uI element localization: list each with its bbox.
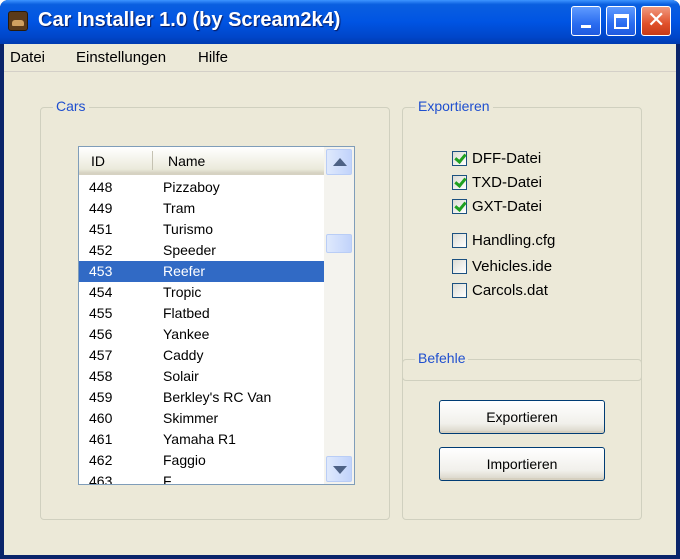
scroll-up-button[interactable]	[326, 149, 352, 175]
list-header: ID Name	[79, 147, 324, 175]
table-row[interactable]: 449 Tram	[79, 198, 324, 219]
scroll-down-button[interactable]	[326, 456, 352, 482]
row-id: 459	[89, 389, 113, 405]
export-button[interactable]: Exportieren	[439, 400, 605, 434]
row-id: 452	[89, 242, 113, 258]
row-name: F...	[163, 473, 182, 485]
maximize-button[interactable]	[606, 6, 636, 36]
table-row[interactable]: 453 Reefer	[79, 261, 324, 282]
column-header-id[interactable]: ID	[91, 153, 105, 169]
table-row[interactable]: 458 Solair	[79, 366, 324, 387]
row-id: 456	[89, 326, 113, 342]
row-name: Skimmer	[163, 410, 219, 426]
row-name: Speeder	[163, 242, 216, 258]
row-id: 461	[89, 431, 113, 447]
table-row[interactable]: 461 Yamaha R1	[79, 429, 324, 450]
checkbox-label[interactable]: TXD-Datei	[472, 174, 542, 191]
checkbox-txd-datei[interactable]	[452, 175, 467, 190]
row-id: 462	[89, 452, 113, 468]
row-id: 460	[89, 410, 113, 426]
chevron-down-icon	[333, 466, 347, 474]
checkbox-dff-datei[interactable]	[452, 151, 467, 166]
app-icon[interactable]	[8, 11, 28, 31]
row-id: 449	[89, 200, 113, 216]
row-name: Turismo	[163, 221, 214, 237]
chevron-up-icon	[333, 158, 347, 166]
table-row[interactable]: 448 Pizzaboy	[79, 177, 324, 198]
row-name: Yankee	[163, 326, 210, 342]
checkbox-handling-cfg[interactable]	[452, 233, 467, 248]
row-name: Solair	[163, 368, 199, 384]
checkbox-carcols-dat[interactable]	[452, 283, 467, 298]
title-bar[interactable]: Car Installer 1.0 (by Scream2k4) ✕	[0, 0, 680, 44]
menu-datei[interactable]: Datei	[10, 49, 45, 66]
table-row[interactable]: 454 Tropic	[79, 282, 324, 303]
menu-bar: Datei Einstellungen Hilfe	[4, 44, 676, 72]
row-name: Caddy	[163, 347, 204, 363]
row-id: 463	[89, 473, 113, 485]
checkbox-gxt-datei[interactable]	[452, 199, 467, 214]
cars-listview[interactable]: ID Name 448 Pizzaboy 449 Tram 451 Turismo 452 S…	[78, 146, 355, 485]
table-row[interactable]: 460 Skimmer	[79, 408, 324, 429]
row-id: 454	[89, 284, 113, 300]
scroll-thumb[interactable]	[326, 234, 352, 253]
row-name: Pizzaboy	[163, 179, 220, 195]
import-button[interactable]: Importieren	[439, 447, 605, 481]
table-row[interactable]: 451 Turismo	[79, 219, 324, 240]
close-button[interactable]: ✕	[641, 6, 671, 36]
cars-group-label: Cars	[53, 98, 89, 114]
row-id: 448	[89, 179, 113, 195]
table-row[interactable]: 457 Caddy	[79, 345, 324, 366]
checkbox-vehicles-ide[interactable]	[452, 259, 467, 274]
table-row[interactable]: 463 F...	[79, 471, 324, 485]
row-name: Faggio	[163, 452, 206, 468]
table-row[interactable]: 459 Berkley's RC Van	[79, 387, 324, 408]
table-row[interactable]: 455 Flatbed	[79, 303, 324, 324]
table-row[interactable]: 462 Faggio	[79, 450, 324, 471]
row-name: Tropic	[163, 284, 202, 300]
table-row[interactable]: 452 Speeder	[79, 240, 324, 261]
checkbox-label[interactable]: DFF-Datei	[472, 150, 541, 167]
checkbox-label[interactable]: Vehicles.ide	[472, 258, 552, 275]
column-header-name[interactable]: Name	[168, 153, 205, 169]
row-id: 458	[89, 368, 113, 384]
row-id: 455	[89, 305, 113, 321]
checkbox-label[interactable]: GXT-Datei	[472, 198, 542, 215]
export-button-label: Exportieren	[486, 409, 558, 425]
import-button-label: Importieren	[486, 456, 558, 472]
export-group-label: Exportieren	[415, 98, 493, 114]
minimize-icon	[581, 25, 591, 28]
commands-group: Befehle	[402, 350, 642, 520]
window-title: Car Installer 1.0 (by Scream2k4)	[38, 9, 341, 31]
row-name: Flatbed	[163, 305, 210, 321]
row-id: 451	[89, 221, 113, 237]
row-name: Yamaha R1	[163, 431, 236, 447]
row-name: Reefer	[163, 263, 206, 279]
car-installer-window: Car Installer 1.0 (by Scream2k4) ✕ Datei…	[0, 0, 680, 559]
column-separator[interactable]	[152, 151, 153, 170]
list-rows: 448 Pizzaboy 449 Tram 451 Turismo 452 Speeder 45…	[79, 177, 324, 485]
checkbox-label[interactable]: Carcols.dat	[472, 282, 548, 299]
table-row[interactable]: 456 Yankee	[79, 324, 324, 345]
commands-group-label: Befehle	[415, 350, 469, 366]
row-id: 453	[89, 263, 113, 279]
menu-hilfe[interactable]: Hilfe	[198, 49, 228, 66]
menu-einstellungen[interactable]: Einstellungen	[76, 49, 166, 66]
checkbox-label[interactable]: Handling.cfg	[472, 232, 555, 249]
vertical-scrollbar[interactable]	[324, 147, 354, 484]
row-name: Berkley's RC Van	[163, 389, 272, 405]
minimize-button[interactable]	[571, 6, 601, 36]
row-name: Tram	[163, 200, 196, 216]
client-area: Datei Einstellungen Hilfe Cars ID Name 4…	[4, 44, 676, 555]
close-icon: ✕	[647, 8, 666, 33]
row-id: 457	[89, 347, 113, 363]
maximize-icon	[614, 14, 629, 29]
